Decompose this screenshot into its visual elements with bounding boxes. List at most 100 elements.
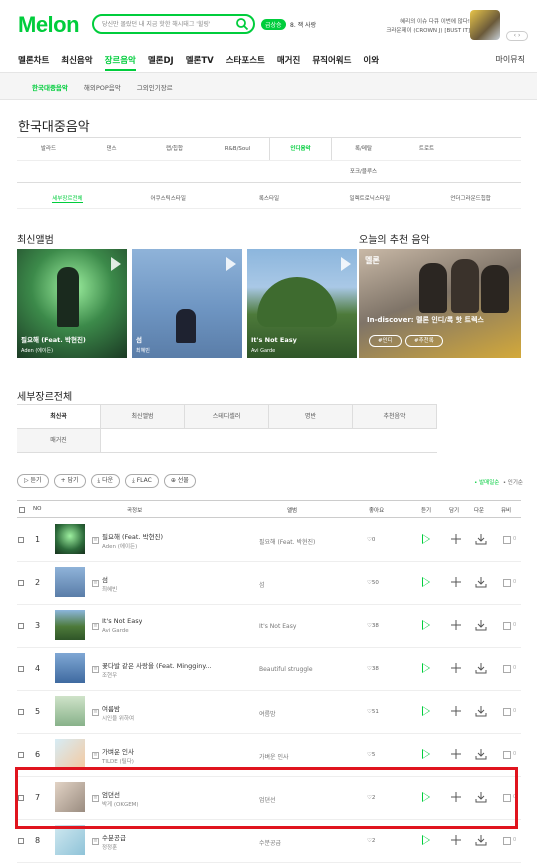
artist-name[interactable]: TILDE (틸다) (102, 757, 134, 765)
play-icon[interactable] (422, 577, 430, 587)
album-card[interactable]: 섬 최혜빈 (132, 249, 242, 358)
download-icon[interactable] (475, 576, 487, 588)
like-count[interactable]: ♡51 (367, 709, 379, 715)
sort-popular[interactable]: • 인기순 (503, 480, 523, 486)
add-icon[interactable] (450, 576, 462, 588)
gnb-item[interactable]: 매거진 (277, 54, 300, 71)
search-icon[interactable] (235, 17, 249, 31)
add-icon[interactable] (450, 705, 462, 717)
gnb-item[interactable]: 최신음악 (61, 54, 92, 71)
mv-icon[interactable] (503, 536, 511, 544)
like-count[interactable]: ♡50 (367, 580, 379, 586)
subnav-item[interactable]: 한국대중음악 (32, 82, 68, 92)
album-thumbnail[interactable] (55, 696, 85, 726)
song-title[interactable]: 가벼운 인사 (102, 746, 134, 756)
play-icon[interactable] (422, 663, 430, 673)
toolbar-button[interactable]: ⤓ FLAC (125, 474, 159, 488)
add-icon[interactable] (450, 748, 462, 760)
subgenre-tab[interactable]: 록스타일 (219, 189, 320, 208)
subnav-item[interactable]: 그외인기장르 (137, 82, 173, 92)
trending-keyword[interactable]: 8. 잭 사랑 (290, 20, 316, 29)
song-info-icon[interactable]: ≡ (92, 580, 99, 587)
play-icon[interactable] (422, 534, 430, 544)
add-icon[interactable] (450, 533, 462, 545)
gnb-item[interactable]: 멜론차트 (18, 54, 49, 71)
mv-icon[interactable] (503, 665, 511, 673)
download-icon[interactable] (475, 748, 487, 760)
genre-tab[interactable]: 인디음악 (269, 138, 332, 160)
gnb-item[interactable]: 이와 (363, 54, 379, 71)
song-info-icon[interactable]: ≡ (92, 537, 99, 544)
gnb-item[interactable]: 멜론DJ (148, 54, 174, 71)
album-name[interactable]: It's Not Easy (259, 623, 296, 630)
song-title[interactable]: 섬 (102, 574, 108, 584)
album-thumbnail[interactable] (55, 739, 85, 769)
row-checkbox[interactable] (18, 580, 24, 586)
song-title[interactable]: 필요해 (Feat. 박현진) (102, 531, 163, 541)
search-input[interactable]: 당신만 몰랐던 내 지금 핫한 해시태그 '힐링' (102, 19, 211, 28)
album-thumbnail[interactable] (55, 825, 85, 855)
add-icon[interactable] (450, 834, 462, 846)
gnb-item[interactable]: 뮤직어워드 (312, 54, 351, 71)
subgenre-tab[interactable]: 세부장르전체 (17, 189, 118, 208)
download-icon[interactable] (475, 533, 487, 545)
song-info-icon[interactable]: ≡ (92, 623, 99, 630)
promo-image[interactable] (470, 10, 500, 40)
album-name[interactable]: 가벼운 인사 (259, 752, 289, 761)
genre-tab[interactable]: R&B/Soul (206, 138, 269, 160)
play-icon[interactable] (422, 706, 430, 716)
album-thumbnail[interactable] (55, 567, 85, 597)
song-title[interactable]: 꽃다발 같은 사랑을 (Feat. Mingginy... (102, 660, 211, 670)
song-title[interactable]: It's Not Easy (102, 617, 142, 625)
add-icon[interactable] (450, 662, 462, 674)
song-info-icon[interactable]: ≡ (92, 709, 99, 716)
genre-tab[interactable]: 포크/블루스 (332, 161, 395, 182)
like-count[interactable]: ♡5 (367, 752, 375, 758)
like-count[interactable]: ♡0 (367, 537, 375, 543)
subgenre-tab[interactable]: 언더그라운드힙합 (420, 189, 521, 208)
detail-tab[interactable]: 매거진 (17, 429, 101, 452)
artist-name[interactable]: Aden (에이든) (102, 542, 137, 550)
detail-tab[interactable]: 최신앨범 (101, 405, 185, 428)
mv-icon[interactable] (503, 751, 511, 759)
tag-button[interactable]: #인디 (369, 335, 402, 347)
artist-name[interactable]: 시인을 위하여 (102, 714, 134, 722)
song-title[interactable]: 여름밤 (102, 703, 120, 713)
mv-icon[interactable] (503, 708, 511, 716)
gnb-item[interactable]: 장르음악 (104, 54, 136, 71)
select-all-checkbox[interactable] (19, 507, 25, 513)
genre-tab[interactable]: 랩/힙합 (143, 138, 206, 160)
genre-tab[interactable]: 댄스 (80, 138, 143, 160)
artist-name[interactable]: Avi Garde (102, 628, 129, 634)
toolbar-button[interactable]: ⊕ 선물 (163, 474, 196, 488)
tag-button[interactable]: #추천록 (405, 335, 443, 347)
download-icon[interactable] (475, 705, 487, 717)
album-name[interactable]: 섬 (259, 580, 265, 589)
detail-tab[interactable]: 추천음악 (353, 405, 437, 428)
detail-tab[interactable]: 명반 (269, 405, 353, 428)
gnb-item[interactable]: 스타포스트 (226, 54, 265, 71)
toolbar-button[interactable]: ▷ 듣기 (17, 474, 49, 488)
album-name[interactable]: 여름밤 (259, 709, 276, 718)
play-icon[interactable] (226, 257, 236, 271)
gnb-item[interactable]: 멜론TV (186, 54, 214, 71)
mv-icon[interactable] (503, 622, 511, 630)
like-count[interactable]: ♡38 (367, 666, 379, 672)
album-thumbnail[interactable] (55, 524, 85, 554)
download-icon[interactable] (475, 834, 487, 846)
play-icon[interactable] (422, 620, 430, 630)
play-icon[interactable] (422, 835, 430, 845)
mv-icon[interactable] (503, 837, 511, 845)
promo-nav-arrows[interactable]: ‹ › (506, 31, 528, 41)
album-thumbnail[interactable] (55, 653, 85, 683)
row-checkbox[interactable] (18, 666, 24, 672)
promo-text[interactable]: 혜리의 이슈 다큐 이번에 않다! 크라운제이 (CROWN J) [BUST … (368, 18, 470, 36)
toolbar-button[interactable]: ⤓ 다운 (90, 474, 121, 488)
genre-tab[interactable]: 록/메탈 (332, 138, 395, 160)
add-icon[interactable] (450, 619, 462, 631)
album-name[interactable]: 수분공급 (259, 838, 281, 847)
like-count[interactable]: ♡2 (367, 838, 375, 844)
song-title[interactable]: 수분공급 (102, 832, 126, 842)
genre-tab[interactable]: 트로트 (395, 138, 458, 160)
row-checkbox[interactable] (18, 838, 24, 844)
